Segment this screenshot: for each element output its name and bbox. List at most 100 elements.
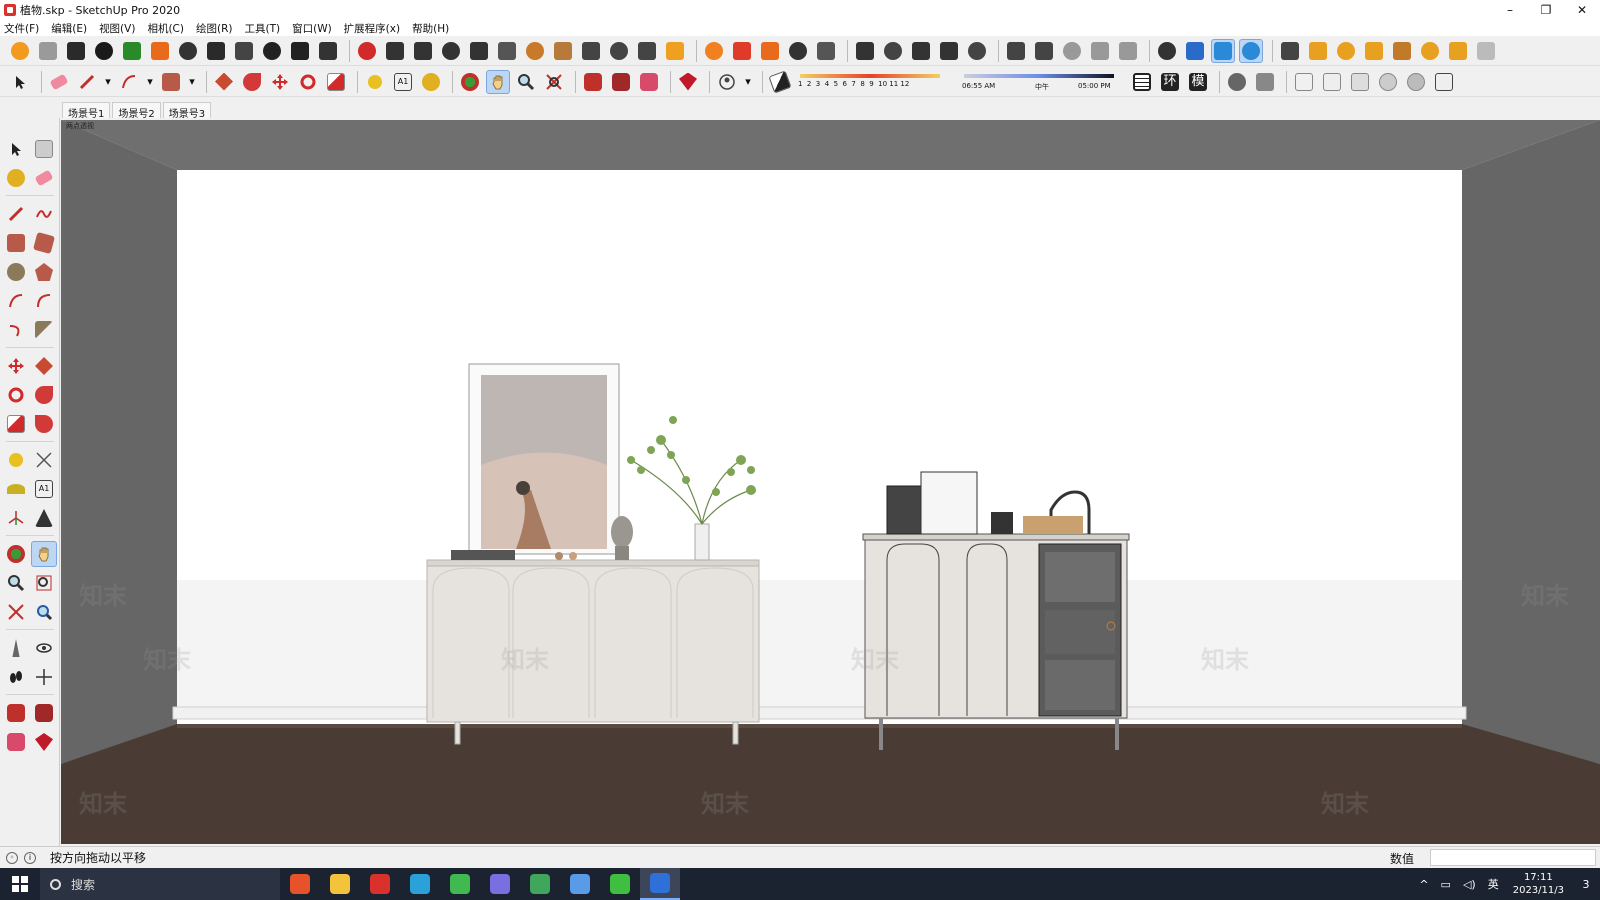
lock-icon[interactable] [1116,39,1140,63]
textured-icon[interactable] [1404,70,1428,94]
move-icon[interactable] [3,353,29,379]
angle-icon[interactable] [467,39,491,63]
pan-tool-icon[interactable] [486,69,510,94]
cloud-icon[interactable] [204,39,228,63]
geo-location-icon[interactable]: ◦ [6,851,18,864]
dimension-icon[interactable] [31,447,57,473]
scene-icon[interactable] [1278,39,1302,63]
freehand-icon[interactable] [31,201,57,227]
measurements-input[interactable] [1430,849,1596,866]
hand-icon[interactable] [495,39,519,63]
previous-view-icon[interactable] [31,599,57,625]
protractor-icon[interactable] [3,476,29,502]
sun-icon[interactable] [663,39,687,63]
shadow-month-slider[interactable]: 1 2 3 4 5 6 7 8 9 10 11 12 [796,70,946,94]
line-icon[interactable] [439,39,463,63]
3d-text-icon[interactable] [31,505,57,531]
house-icon[interactable] [148,39,172,63]
eraser-icon[interactable] [31,165,57,191]
move-tool-icon[interactable] [268,70,292,94]
menu-camera[interactable]: 相机(C) [147,21,184,36]
menu-extensions[interactable]: 扩展程序(x) [344,21,400,36]
extension-warehouse-icon[interactable] [637,70,661,94]
cube-icon[interactable] [1211,38,1235,63]
walk-icon[interactable] [3,664,29,690]
refresh-icon[interactable] [36,39,60,63]
warehouse-icon[interactable] [8,39,32,63]
tape-measure-icon[interactable] [363,70,387,94]
box-icon[interactable] [523,39,547,63]
zoom-extents-icon[interactable] [3,599,29,625]
push-icon[interactable] [316,39,340,63]
text-tool-icon[interactable]: A1 [391,70,415,94]
account-icon[interactable] [715,70,739,94]
arc-dropdown-icon[interactable]: ▾ [145,70,155,94]
app-icon[interactable] [560,868,600,900]
line-tool-icon[interactable] [75,70,99,94]
restore-button[interactable]: ❐ [1528,0,1564,20]
loop-icon[interactable] [937,39,961,63]
polygon-icon[interactable] [31,259,57,285]
warehouse-share-icon[interactable] [581,70,605,94]
select-tool-icon[interactable] [8,70,32,94]
wireframe-icon[interactable] [1320,70,1344,94]
zoom-extents-icon[interactable] [542,70,566,94]
model-button[interactable]: 模 [1186,70,1210,94]
scene-tab-1[interactable]: 场景号1 [62,102,111,120]
menu-help[interactable]: 帮助(H) [412,21,449,36]
select-icon[interactable] [3,136,29,162]
ruby-icon[interactable] [676,70,700,94]
cube-icon[interactable] [1183,39,1207,63]
dome-icon[interactable] [1446,39,1470,63]
wps-icon[interactable] [360,868,400,900]
zoom-tool-icon[interactable] [514,70,538,94]
look-around-icon[interactable] [31,635,57,661]
eraser-tool-icon[interactable] [47,70,71,94]
ruler-icon[interactable] [551,39,575,63]
menu-edit[interactable]: 编辑(E) [51,21,87,36]
drop-icon[interactable] [355,39,379,63]
orbit-icon[interactable] [909,39,933,63]
mail-icon[interactable] [260,39,284,63]
rectangle-icon[interactable] [3,230,29,256]
menu-window[interactable]: 窗口(W) [292,21,332,36]
fire-icon[interactable] [730,39,754,63]
paint-icon[interactable] [3,165,29,191]
menu-view[interactable]: 视图(V) [99,21,135,36]
arc-tool-icon[interactable] [117,70,141,94]
notification-icon[interactable]: 3 [1572,868,1600,900]
info-icon[interactable] [288,39,312,63]
window-icon[interactable] [1032,39,1056,63]
curve-icon[interactable] [411,39,435,63]
zoom-window-icon[interactable] [31,570,57,596]
camera-icon[interactable] [607,39,631,63]
section-plane-icon[interactable] [31,664,57,690]
ring-icon[interactable] [1334,39,1358,63]
warehouse-get-icon[interactable] [609,70,633,94]
push-pull-icon[interactable] [31,353,57,379]
close-button[interactable]: ✕ [1564,0,1600,20]
rotate-tool-icon[interactable] [296,70,320,94]
two-point-arc-icon[interactable] [31,288,57,314]
measure-icon[interactable] [579,39,603,63]
lamp-icon[interactable] [1306,39,1330,63]
window-icon[interactable] [1088,39,1112,63]
file-explorer-icon[interactable] [320,868,360,900]
push-pull-tool-icon[interactable] [212,70,236,94]
warehouse-icon[interactable] [3,700,29,726]
edge-icon[interactable] [400,868,440,900]
follow-me-icon[interactable] [31,382,57,408]
vray-taskbar-icon[interactable] [640,868,680,900]
volume-icon[interactable]: ◁) [1463,878,1476,891]
start-button[interactable] [0,868,40,900]
orbit-icon[interactable] [3,541,29,567]
three-point-arc-icon[interactable] [3,317,29,343]
tree-icon[interactable] [120,39,144,63]
palette-icon[interactable] [814,39,838,63]
sun-icon[interactable] [702,39,726,63]
gear-icon[interactable] [232,39,256,63]
scene-tab-3[interactable]: 场景号3 [162,102,212,120]
env-button[interactable]: 环 [1158,70,1182,94]
xray-icon[interactable] [1292,70,1316,94]
checker-icon[interactable] [176,39,200,63]
